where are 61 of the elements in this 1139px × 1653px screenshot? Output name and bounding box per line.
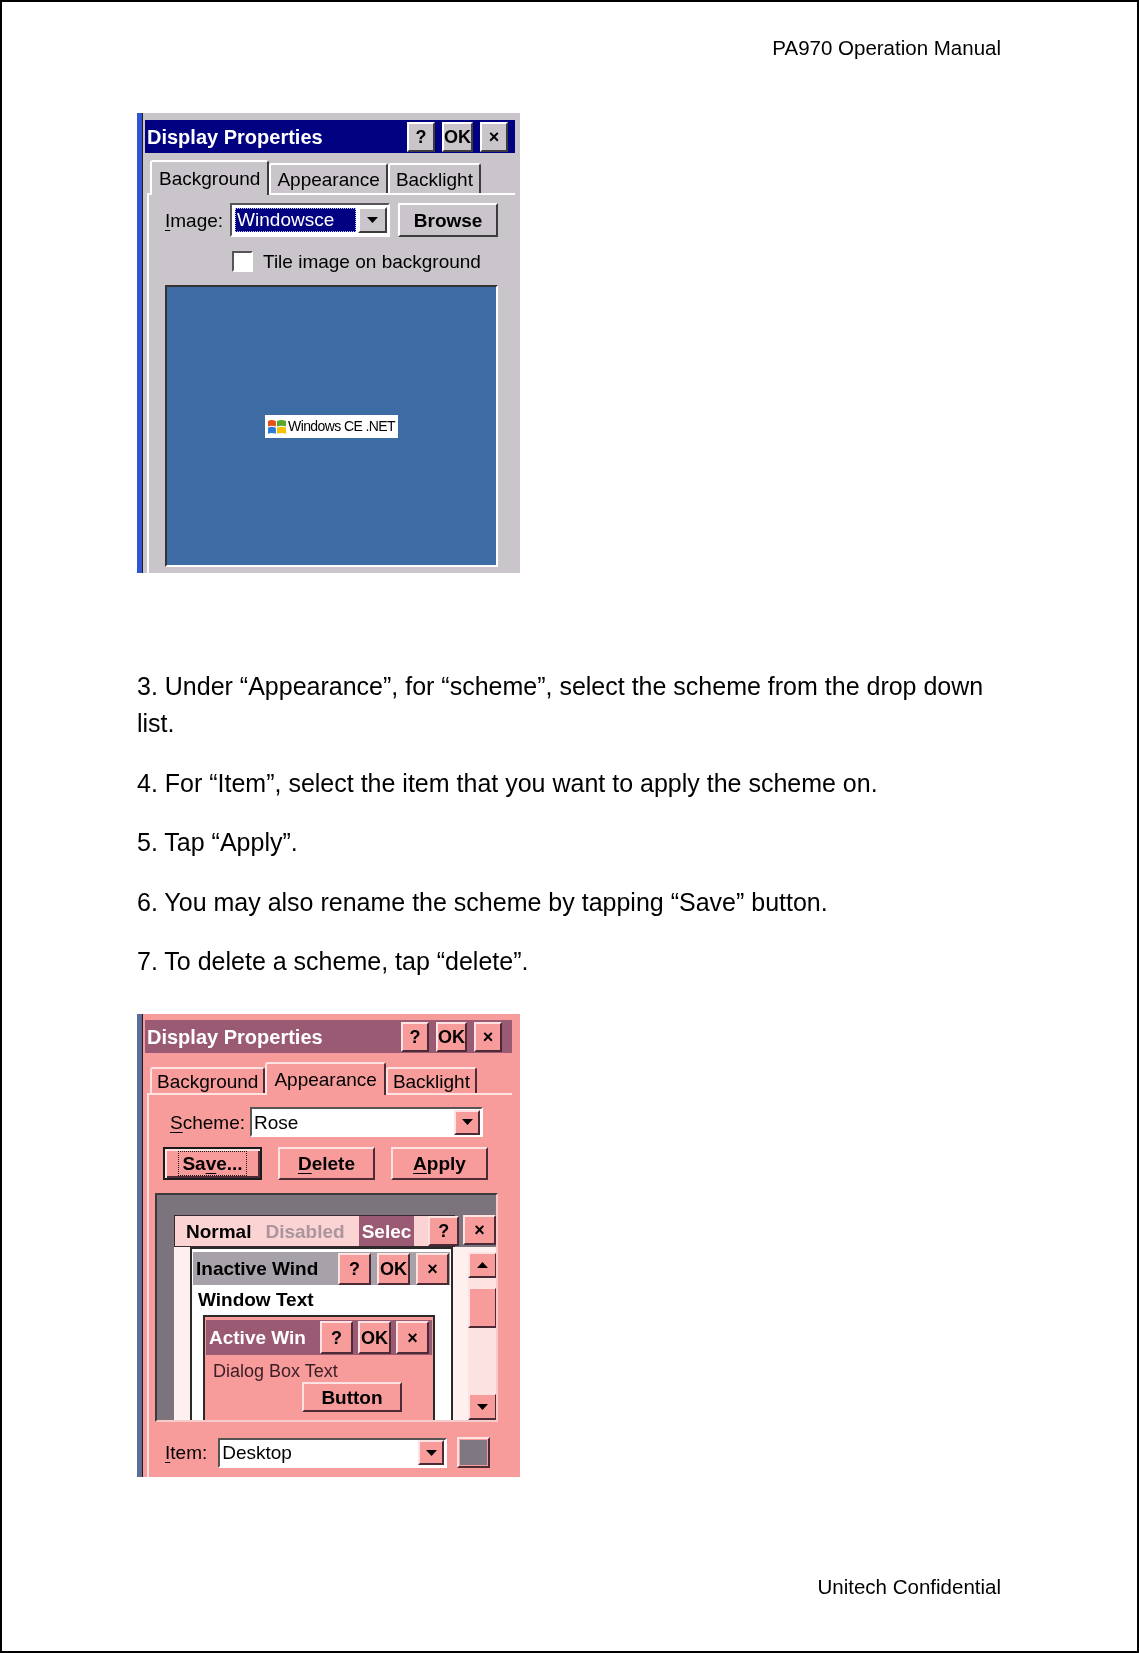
save-button[interactable]: Save... bbox=[163, 1147, 262, 1180]
help-button[interactable]: ? bbox=[338, 1252, 371, 1285]
flag-icon bbox=[268, 418, 287, 434]
close-button[interactable]: × bbox=[416, 1252, 449, 1285]
logo-text: Windows CE .NET bbox=[288, 419, 395, 433]
help-button[interactable]: ? bbox=[428, 1216, 460, 1246]
checkbox[interactable] bbox=[232, 250, 253, 272]
menu-item[interactable]: Selec bbox=[358, 1216, 415, 1246]
tab[interactable]: Backlight bbox=[385, 1067, 477, 1093]
ok-button[interactable]: OK bbox=[442, 121, 473, 152]
apply-button[interactable]: Apply bbox=[391, 1147, 488, 1180]
tab[interactable]: Appearance bbox=[269, 163, 388, 193]
window-title: Display Properties bbox=[147, 126, 323, 147]
ok-button[interactable]: OK bbox=[377, 1252, 410, 1285]
item-label: Item: bbox=[165, 1443, 208, 1462]
close-button[interactable]: × bbox=[480, 121, 508, 152]
caret-down-icon bbox=[477, 1403, 488, 1410]
window-title: Display Properties bbox=[147, 1026, 323, 1047]
tab[interactable]: Appearance bbox=[265, 1062, 386, 1095]
window-title: Inactive Wind bbox=[196, 1259, 319, 1278]
caret-up-icon bbox=[477, 1262, 488, 1268]
instruction-step: 5. Tap “Apply”. bbox=[137, 824, 1001, 861]
checkbox-label[interactable]: Tile image on background bbox=[263, 251, 481, 271]
ok-button[interactable]: OK bbox=[436, 1021, 467, 1052]
caret-down-icon bbox=[461, 1119, 473, 1125]
image-dropdown[interactable]: Windowsce bbox=[230, 203, 391, 237]
instruction-step: 3. Under “Appearance”, for “scheme”, select the scheme from the drop down list. bbox=[137, 668, 1001, 742]
scrollbar-thumb[interactable] bbox=[468, 1287, 496, 1328]
ok-button[interactable]: OK bbox=[358, 1321, 391, 1354]
caret-down-icon bbox=[425, 1449, 437, 1456]
scroll-down-button[interactable] bbox=[468, 1393, 496, 1420]
help-button[interactable]: ? bbox=[320, 1321, 353, 1354]
image-label: Image: bbox=[165, 210, 224, 230]
help-button[interactable]: ? bbox=[401, 1021, 429, 1052]
window-text: Window Text bbox=[198, 1289, 314, 1311]
dialog-text: Dialog Box Text bbox=[213, 1361, 338, 1381]
close-button[interactable]: × bbox=[463, 1215, 496, 1245]
color-swatch-icon bbox=[460, 1440, 488, 1465]
menu-item[interactable]: Normal bbox=[186, 1221, 252, 1241]
scheme-label: Scheme: bbox=[170, 1112, 245, 1132]
scroll-up-button[interactable] bbox=[468, 1252, 496, 1278]
window-title: Active Win bbox=[209, 1328, 306, 1347]
delete-button[interactable]: Delete bbox=[278, 1147, 375, 1180]
dropdown-button[interactable] bbox=[454, 1109, 480, 1135]
tab[interactable]: Background bbox=[150, 160, 270, 195]
caret-down-icon bbox=[367, 217, 379, 223]
sample-button[interactable]: Button bbox=[302, 1382, 402, 1412]
item-dropdown[interactable]: Desktop bbox=[218, 1437, 448, 1468]
close-button[interactable]: × bbox=[474, 1021, 502, 1052]
page-footer: Unitech Confidential bbox=[817, 1575, 1001, 1599]
dropdown-button[interactable] bbox=[418, 1440, 445, 1465]
help-button[interactable]: ? bbox=[407, 121, 435, 152]
color-button[interactable] bbox=[457, 1437, 491, 1468]
instruction-step: 4. For “Item”, select the item that you want to apply the scheme on. bbox=[137, 764, 1001, 802]
close-button[interactable]: × bbox=[396, 1321, 429, 1354]
page-header: PA970 Operation Manual bbox=[772, 36, 1001, 60]
tab[interactable]: Backlight bbox=[387, 163, 481, 193]
instruction-step: 7. To delete a scheme, tap “delete”. bbox=[137, 943, 1001, 980]
scheme-dropdown[interactable]: Rose bbox=[250, 1107, 483, 1137]
browse-button[interactable]: Browse bbox=[398, 203, 499, 237]
instruction-step: 6. You may also rename the scheme by tapping “Save” button. bbox=[137, 883, 1001, 921]
